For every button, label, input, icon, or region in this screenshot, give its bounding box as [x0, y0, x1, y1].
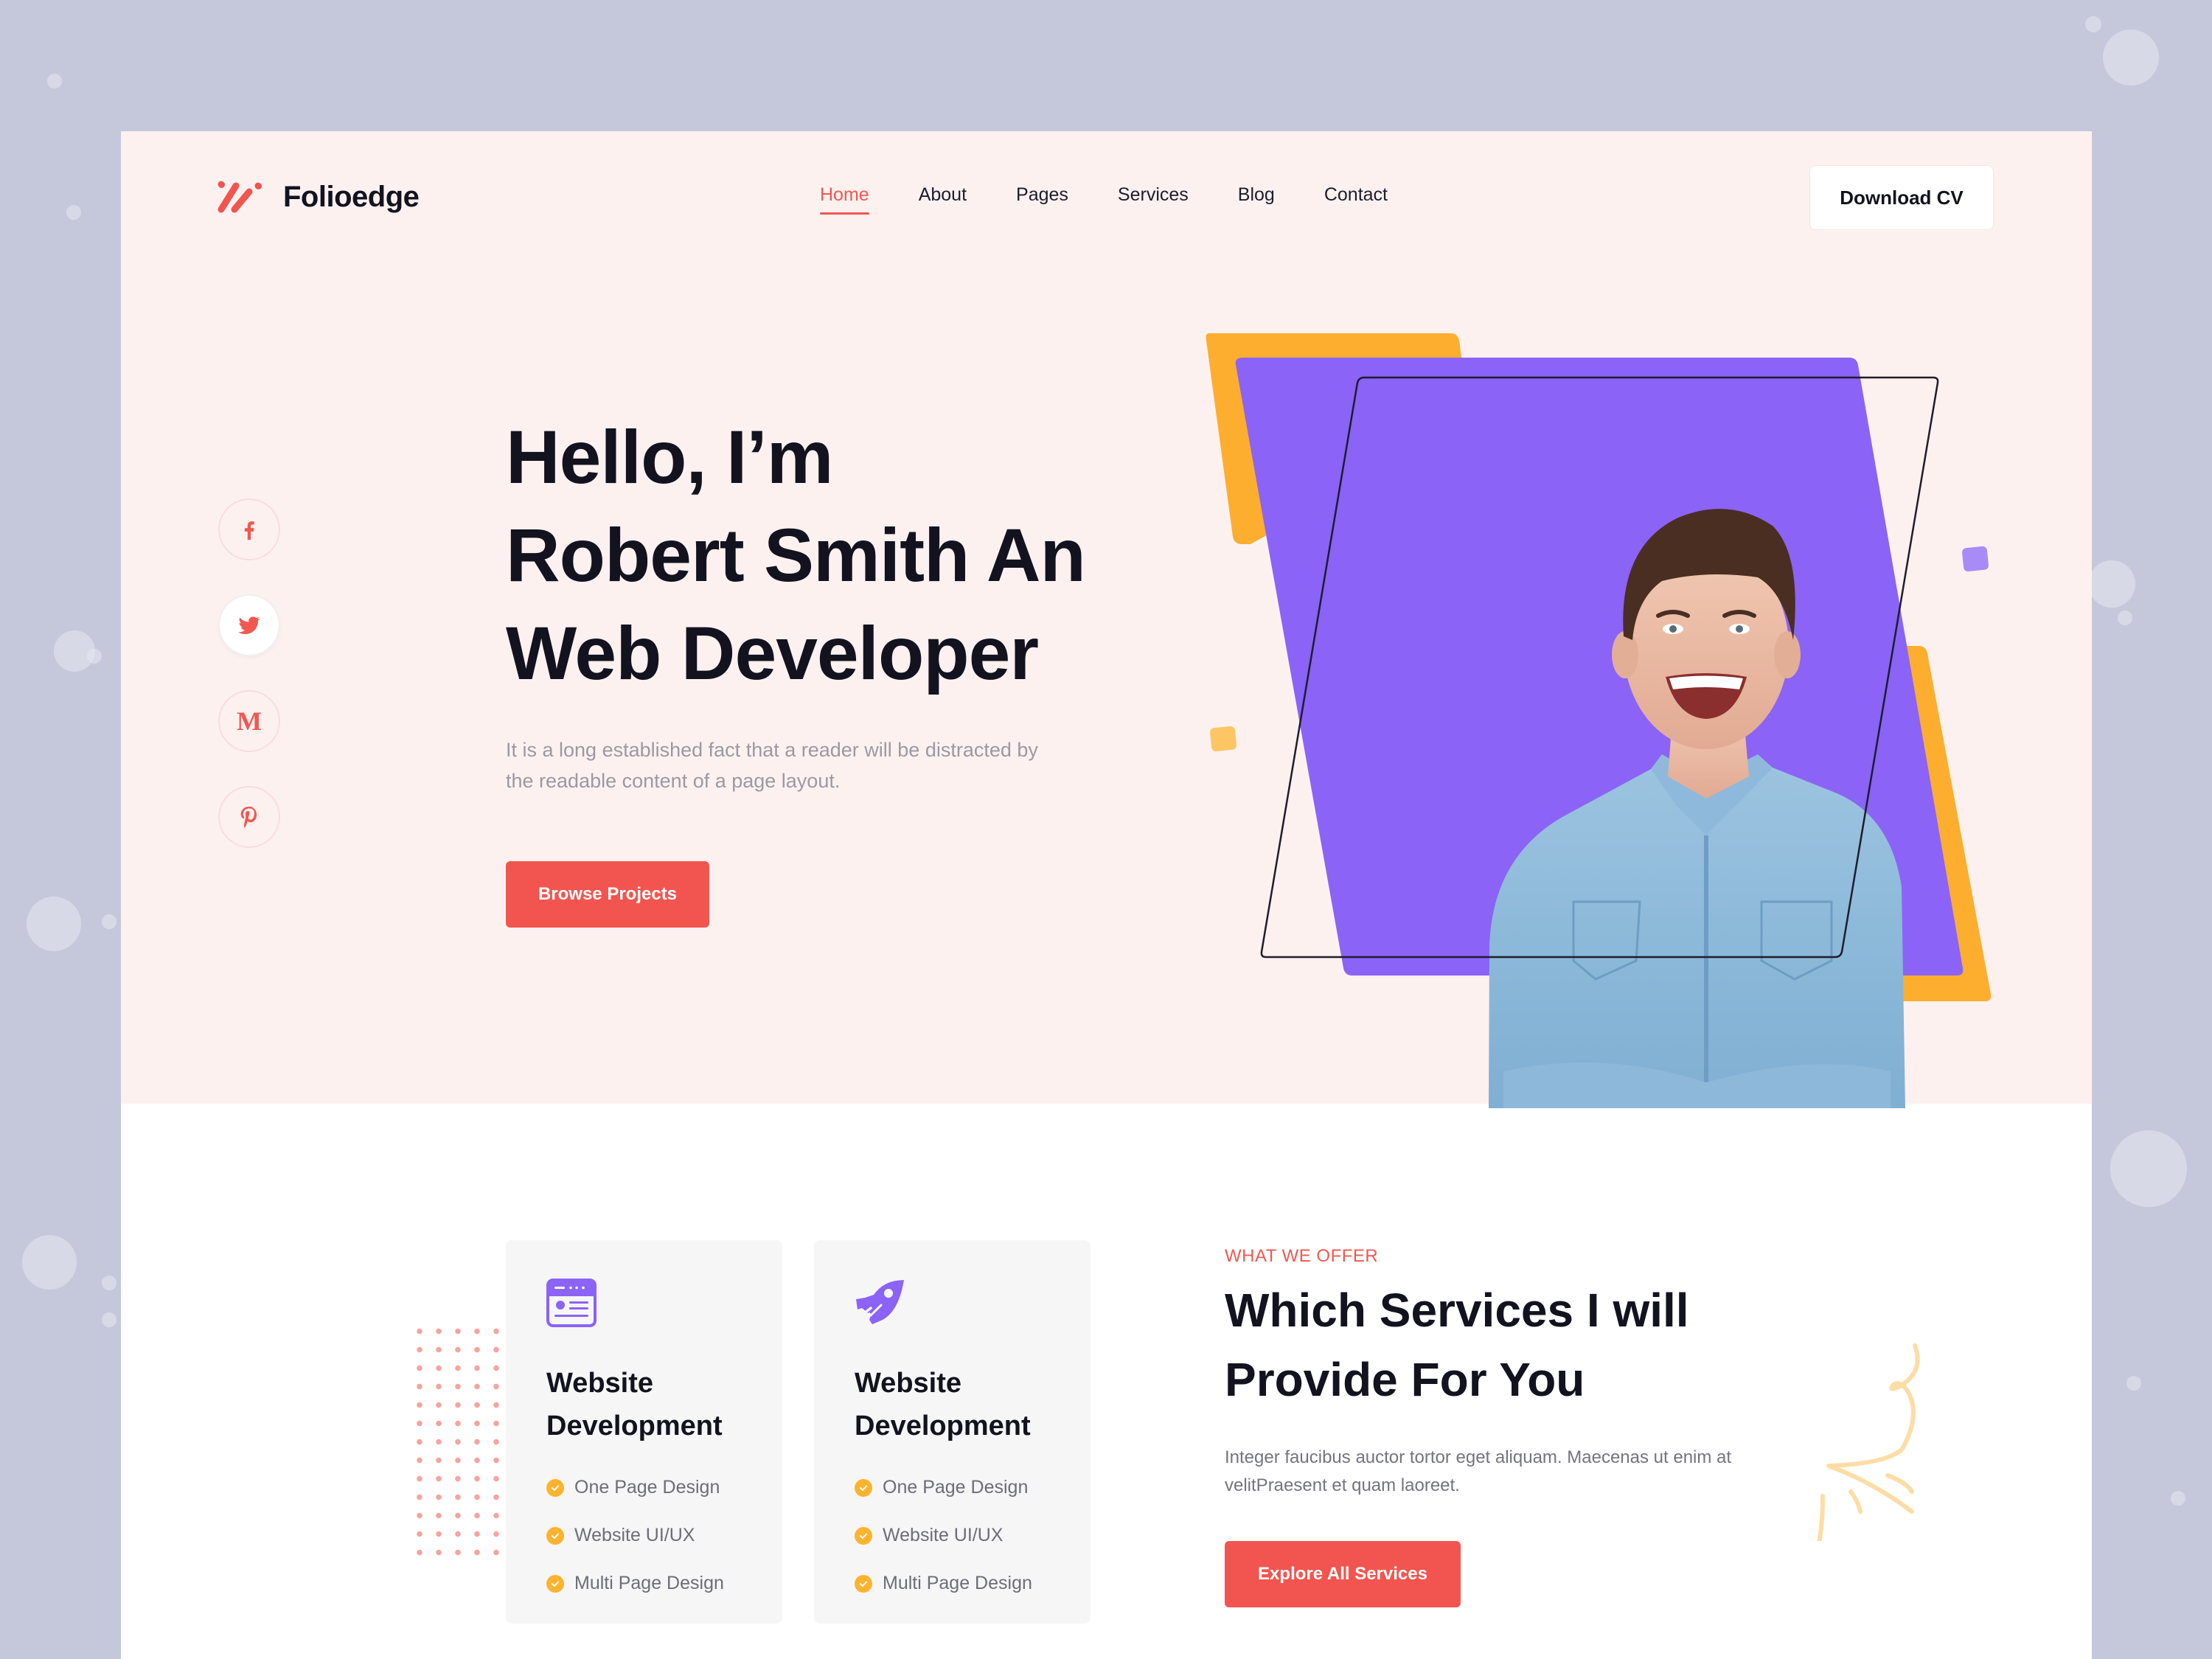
service-card[interactable]: Website Development One Page Design Webs… — [814, 1240, 1091, 1624]
service-card-title: Website Development — [855, 1362, 1091, 1447]
decor-squiggle — [1817, 1343, 1920, 1541]
main-nav: Home About Pages Services Blog Contact — [820, 184, 1388, 216]
brand-logo[interactable]: Folioedge — [217, 178, 420, 215]
service-feature: Multi Page Design — [546, 1559, 782, 1607]
service-card[interactable]: Website Development One Page Design Webs… — [506, 1240, 782, 1624]
check-circle-icon — [546, 1478, 564, 1497]
hero-heading-line: Hello, I’m — [506, 415, 833, 499]
check-circle-icon — [855, 1526, 872, 1545]
decor-bubble — [2085, 16, 2101, 32]
nav-pages[interactable]: Pages — [1016, 184, 1068, 216]
service-feature: One Page Design — [546, 1464, 782, 1512]
decor-bubble — [2110, 1130, 2187, 1207]
twitter-link[interactable] — [218, 594, 280, 656]
decor-bubble — [2103, 29, 2159, 86]
decor-bubble — [2126, 1376, 2141, 1391]
service-card-title-line: Website — [855, 1368, 962, 1399]
decor-bubble — [102, 914, 116, 929]
service-feature: Multi Page Design — [855, 1559, 1091, 1607]
twitter-icon — [238, 616, 261, 635]
check-circle-icon — [855, 1574, 872, 1593]
medium-link[interactable]: M — [218, 690, 280, 752]
service-feature: Website UI/UX — [855, 1512, 1091, 1559]
decor-bubble — [87, 649, 102, 664]
pinterest-link[interactable] — [218, 786, 280, 848]
service-feature-label: One Page Design — [574, 1477, 720, 1498]
portrait-photo — [1489, 509, 1905, 1108]
nav-about[interactable]: About — [919, 184, 967, 216]
decor-bubble — [47, 74, 62, 88]
decor-square-orange — [1209, 726, 1237, 752]
decor-bubble — [2118, 611, 2132, 625]
decor-bubble — [102, 1312, 116, 1327]
decor-bubble — [27, 897, 81, 951]
explore-all-services-button[interactable]: Explore All Services — [1225, 1541, 1461, 1607]
medium-icon: M — [237, 706, 262, 736]
services-heading-line: Which Services I will — [1225, 1284, 1689, 1337]
service-feature-label: Multi Page Design — [574, 1573, 724, 1593]
service-card-title-line: Development — [855, 1411, 1031, 1441]
check-circle-icon — [546, 1526, 564, 1545]
slash-marks-logo-icon — [218, 181, 262, 213]
brand-name: Folioedge — [283, 180, 420, 213]
facebook-icon — [244, 521, 254, 540]
service-card-title-line: Website — [546, 1368, 654, 1399]
hero-section: Folioedge Home About Pages Services Blog… — [121, 131, 2092, 1108]
service-feature-label: One Page Design — [883, 1477, 1029, 1498]
decor-bubble — [66, 205, 81, 220]
rocket-icon — [856, 1280, 904, 1324]
decor-bubble — [22, 1235, 77, 1290]
decor-bubble — [102, 1276, 116, 1290]
social-links: M — [218, 498, 280, 848]
services-description: Integer faucibus auctor tortor eget aliq… — [1225, 1447, 1732, 1495]
nav-home[interactable]: Home — [820, 184, 869, 216]
nav-contact[interactable]: Contact — [1324, 184, 1388, 216]
services-heading: Which Services I will Provide For You — [1225, 1276, 1689, 1414]
service-feature: One Page Design — [855, 1464, 1091, 1512]
service-feature-label: Multi Page Design — [883, 1573, 1032, 1593]
hero-heading-line: Robert Smith An — [506, 513, 1086, 597]
service-feature-list: One Page Design Website UI/UX Multi Page… — [855, 1464, 1091, 1607]
decor-dot-grid — [410, 1322, 506, 1562]
check-circle-icon — [855, 1478, 872, 1497]
service-feature-list: One Page Design Website UI/UX Multi Page… — [546, 1464, 782, 1607]
section-eyebrow: WHAT WE OFFER — [1225, 1246, 1379, 1266]
nav-services[interactable]: Services — [1118, 184, 1189, 216]
services-heading-line: Provide For You — [1225, 1353, 1585, 1406]
check-circle-icon — [546, 1574, 564, 1593]
hero-heading-line: Web Developer — [506, 611, 1039, 695]
browse-projects-button[interactable]: Browse Projects — [506, 861, 709, 928]
hero-description: It is a long established fact that a rea… — [506, 739, 1038, 792]
pinterest-icon — [240, 806, 257, 828]
decor-bubble — [2088, 560, 2135, 608]
service-card-title-line: Development — [546, 1411, 723, 1441]
service-feature-label: Website UI/UX — [574, 1525, 695, 1545]
service-card-title: Website Development — [546, 1362, 782, 1447]
service-feature-label: Website UI/UX — [883, 1525, 1004, 1545]
decor-bubble — [2171, 1491, 2185, 1506]
decor-square-purple — [1961, 546, 1989, 572]
download-cv-button[interactable]: Download CV — [1809, 165, 1994, 230]
nav-blog[interactable]: Blog — [1238, 184, 1275, 216]
browser-window-icon — [546, 1279, 597, 1327]
service-feature: Website UI/UX — [546, 1512, 782, 1559]
hero-heading: Hello, I’m Robert Smith An Web Developer — [506, 408, 1086, 703]
facebook-link[interactable] — [218, 498, 280, 560]
page-card: Folioedge Home About Pages Services Blog… — [121, 131, 2092, 1659]
